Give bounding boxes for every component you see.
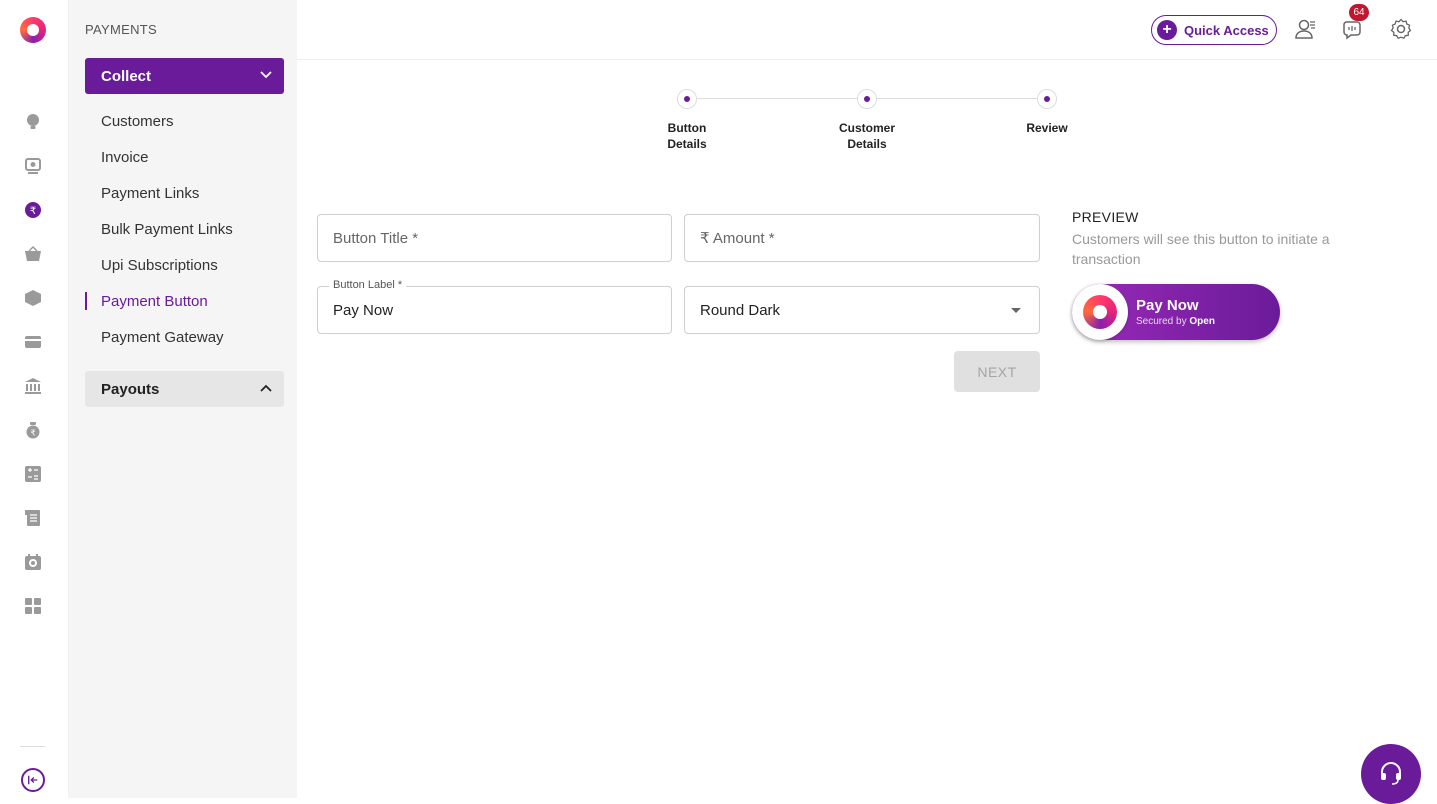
next-button[interactable]: NEXT [954,351,1040,392]
dashboard-icon[interactable] [24,157,42,175]
chevron-up-icon [260,384,272,392]
payouts-section-header[interactable]: Payouts [85,371,284,407]
collapse-sidebar-button[interactable] [21,768,45,792]
button-title-field[interactable]: Button Title * [317,214,672,262]
headset-icon [1381,762,1401,785]
bank-icon[interactable] [24,377,42,395]
sidebar-item-payment-links[interactable]: Payment Links [85,175,284,211]
notifications-icon[interactable] [1342,18,1364,40]
button-label-field[interactable]: Button Label * Pay Now [317,279,672,334]
sidebar-item-customers[interactable]: Customers [85,103,284,139]
settings-gear-icon[interactable] [1390,18,1412,40]
collect-label: Collect [101,67,152,85]
support-chat-button[interactable] [1361,744,1421,804]
basket-icon[interactable] [24,245,42,263]
ledger-icon[interactable] [24,509,42,527]
step-3-label: Review [1026,121,1068,135]
dropdown-caret-icon [1011,308,1021,313]
calculator-icon[interactable] [24,465,42,483]
step-connector [877,98,1037,99]
apps-icon[interactable] [24,597,42,615]
payouts-label: Payouts [101,380,160,398]
bulb-icon[interactable] [24,113,42,131]
sidebar-item-upi-subscriptions[interactable]: Upi Subscriptions [85,247,284,283]
step-1-label: Button Details [667,121,707,151]
sidebar-item-invoice[interactable]: Invoice [85,139,284,175]
button-style-select[interactable]: Round Dark [684,286,1040,334]
brand-logo-icon [1083,295,1117,329]
progress-stepper: Button Details Customer Details Review [297,60,1437,180]
preview-button-label: Pay Now [1136,297,1199,314]
sidebar-item-payment-button[interactable]: Payment Button [85,283,284,319]
money-bag-icon[interactable]: ₹ [24,421,42,439]
svg-text:₹: ₹ [30,206,36,217]
brand-logo-icon[interactable] [20,17,46,43]
user-profile-icon[interactable] [1294,18,1316,40]
box-icon[interactable] [24,289,42,307]
collect-section-header[interactable]: Collect [85,58,284,94]
step-connector [697,98,857,99]
plus-icon: + [1157,20,1177,40]
notification-count-badge: 64 [1349,4,1369,21]
sidebar-item-payment-gateway[interactable]: Payment Gateway [85,319,284,355]
step-3-indicator [1037,89,1057,109]
sidebar-item-bulk-payment-links[interactable]: Bulk Payment Links [85,211,284,247]
preview-logo-circle [1072,284,1128,340]
payments-icon[interactable]: ₹ [24,201,42,219]
rail-divider [20,746,45,747]
step-2-indicator [857,89,877,109]
receipt-icon[interactable] [24,553,42,571]
secured-brand: Open [1189,316,1215,327]
quick-access-button[interactable]: + Quick Access [1151,15,1277,45]
sidebar-section-title: PAYMENTS [85,22,157,37]
button-style-value: Round Dark [700,301,781,319]
icon-rail: ₹ ₹ [0,0,69,798]
secured-by-text: Secured by Open [1136,316,1215,327]
sidebar: PAYMENTS Collect Customers Invoice Payme… [69,0,297,798]
preview-title: PREVIEW [1072,209,1139,225]
pay-now-preview-button[interactable]: Pay Now Secured by Open [1072,284,1280,340]
step-2-label: Customer Details [838,121,895,151]
step-1-indicator [677,89,697,109]
collect-menu: Customers Invoice Payment Links Bulk Pay… [85,103,284,355]
card-icon[interactable] [24,333,42,351]
button-label-floating-label: Button Label * [329,279,407,291]
preview-description: Customers will see this button to initia… [1072,231,1330,267]
button-label-value: Pay Now [333,301,394,319]
arrow-left-icon [28,775,38,785]
amount-field[interactable]: ₹ Amount * [684,214,1040,262]
chevron-down-icon [260,71,272,79]
quick-access-label: Quick Access [1184,22,1269,38]
svg-text:₹: ₹ [30,429,35,438]
top-bar: + Quick Access 64 [297,0,1437,60]
secured-prefix: Secured by [1136,316,1187,327]
